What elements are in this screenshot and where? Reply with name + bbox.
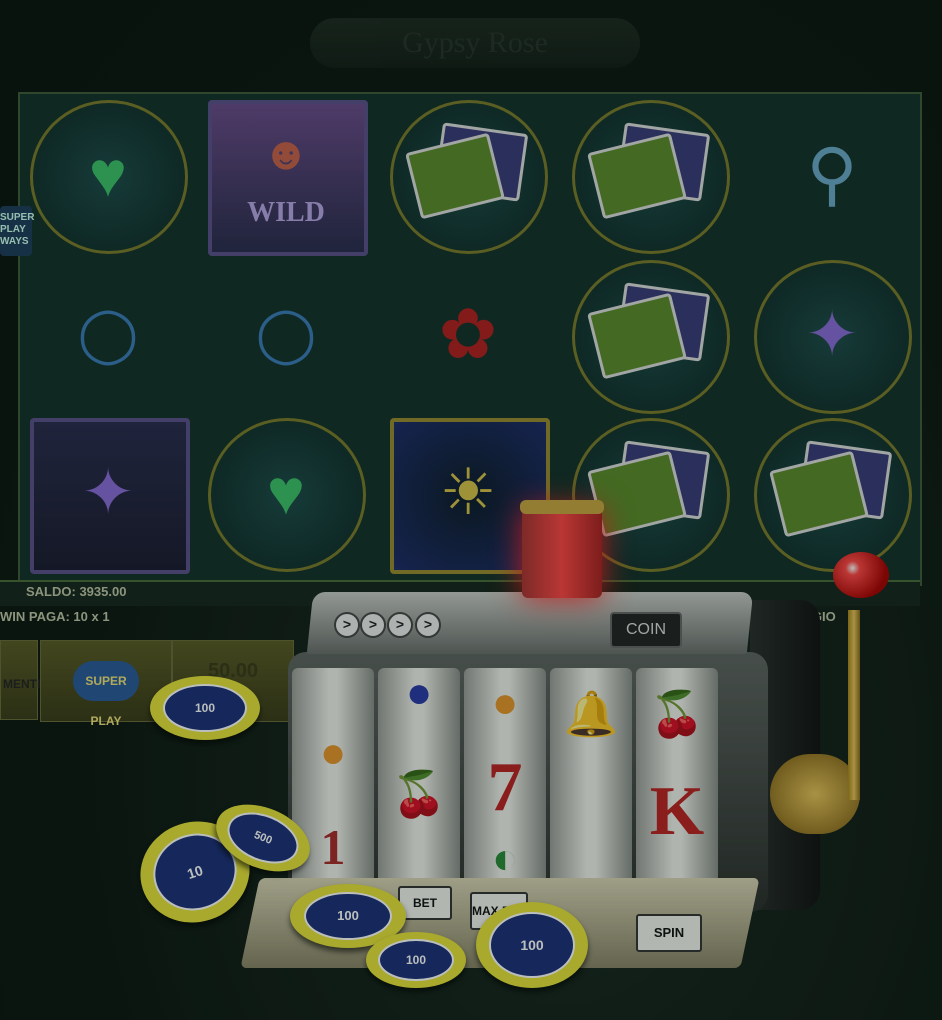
symbol-tarot-cards — [564, 98, 736, 254]
tarot-book-icon: ✦ — [805, 298, 859, 370]
machine-reel-3: ● 7 ◐ — [464, 668, 546, 896]
bet-button[interactable]: BET — [398, 886, 452, 920]
plum-icon: ● — [405, 668, 433, 717]
lever-knob[interactable] — [833, 552, 889, 598]
menu-button[interactable]: MENTI — [0, 640, 40, 720]
symbol-necklace: ◯ — [22, 258, 194, 410]
machine-reel-4: 🔔 — [550, 668, 632, 896]
rose-icon: ✿ — [438, 295, 498, 373]
casino-chip: 100 — [150, 676, 260, 740]
casino-chip: 100 — [366, 932, 466, 988]
symbol-necklace: ◯ — [200, 258, 372, 410]
win-pays-label: WIN PAGA: 10 x 1 — [0, 609, 110, 624]
arrow-button[interactable]: > — [415, 612, 441, 638]
arrow-button[interactable]: > — [334, 612, 360, 638]
cherries-icon: 🍒 — [649, 690, 705, 739]
arrow-button[interactable]: > — [387, 612, 413, 638]
symbol-red-rose: ✿ — [382, 258, 554, 410]
symbol-tarot-cards — [382, 98, 554, 254]
game-logo: Gypsy Rose — [310, 18, 640, 68]
alarm-light — [520, 500, 604, 600]
symbol-heart-locket: ♥ — [22, 98, 194, 254]
gypsy-face-icon: ☻ — [261, 127, 311, 179]
symbol-tarot-book: ✦ — [746, 258, 918, 414]
magnifier-icon: ⚲ — [806, 135, 858, 213]
orange-icon: ● — [491, 678, 519, 727]
machine-reel-2: ● 🍒 — [378, 668, 460, 896]
casino-chip: 100 — [476, 902, 588, 988]
necklace-icon: ◯ — [77, 304, 139, 364]
reel-symbol-seven: 7 — [487, 749, 523, 826]
lever-hub — [770, 754, 860, 834]
orange-icon: ● — [319, 728, 347, 777]
reel-symbol-k: K — [649, 773, 705, 850]
lever-arm[interactable] — [848, 610, 860, 800]
machine-reel-5: 🍒 K — [636, 668, 718, 896]
spin-button[interactable]: SPIN — [636, 914, 702, 952]
symbol-tarot-book: ✦ — [22, 416, 194, 574]
slot-scene: Gypsy Rose ♥ ◯ ✦ WILD ☻ ◯ ♥ ✿ ☀ ⚲ ✦ SUPE… — [0, 0, 942, 1020]
heart-locket-icon: ♥ — [89, 138, 127, 210]
necklace-icon: ◯ — [255, 304, 317, 364]
symbol-wild: WILD ☻ — [200, 98, 372, 256]
watermelon-icon: ◐ — [491, 834, 519, 883]
coin-slot[interactable]: COIN — [610, 612, 682, 648]
symbol-magnifier: ⚲ — [746, 98, 918, 250]
super-play-ways-badge: SUPER PLAY WAYS — [0, 206, 34, 256]
cherries-icon: 🍒 — [391, 770, 447, 819]
tarot-book-icon: ✦ — [81, 456, 135, 528]
arrow-button[interactable]: > — [360, 612, 386, 638]
balance-label: SALDO: 3935.00 — [26, 584, 127, 599]
bell-icon: 🔔 — [563, 690, 619, 739]
symbol-tarot-cards — [564, 258, 736, 414]
